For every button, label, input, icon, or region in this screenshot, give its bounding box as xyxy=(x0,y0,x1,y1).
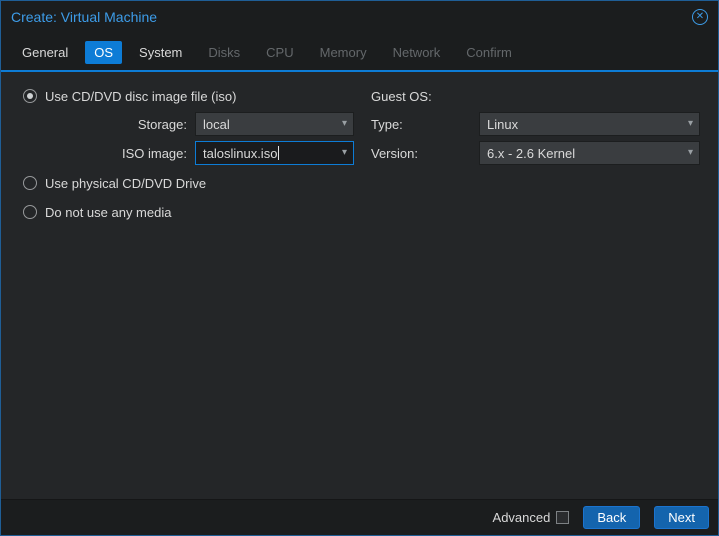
dialog-footer: Advanced Back Next xyxy=(1,499,718,535)
back-button[interactable]: Back xyxy=(583,506,641,529)
type-label: Type: xyxy=(371,116,403,132)
tab-bar: General OS System Disks CPU Memory Netwo… xyxy=(1,33,718,72)
radio-no-media-label: Do not use any media xyxy=(45,204,172,220)
next-button[interactable]: Next xyxy=(654,506,709,529)
tab-confirm: Confirm xyxy=(466,45,512,60)
tab-disks: Disks xyxy=(208,45,241,60)
tab-os[interactable]: OS xyxy=(85,41,123,64)
radio-physical-icon[interactable] xyxy=(23,176,37,190)
tab-general[interactable]: General xyxy=(13,41,77,64)
type-value: Linux xyxy=(487,116,519,132)
radio-row-no-media[interactable]: Do not use any media xyxy=(23,203,171,221)
iso-image-label: ISO image: xyxy=(121,145,187,161)
close-icon[interactable]: ✕ xyxy=(692,9,708,25)
type-row: Type: Linux ▾ xyxy=(371,112,700,136)
storage-label: Storage: xyxy=(137,116,187,132)
radio-no-media-icon[interactable] xyxy=(23,205,37,219)
storage-row: Storage: local ▾ xyxy=(1,112,354,136)
radio-row-iso[interactable]: Use CD/DVD disc image file (iso) xyxy=(23,87,236,105)
text-cursor-caret xyxy=(278,146,280,160)
tab-memory: Memory xyxy=(319,45,367,60)
radio-iso-label: Use CD/DVD disc image file (iso) xyxy=(45,88,237,104)
version-value: 6.x - 2.6 Kernel xyxy=(487,145,576,161)
advanced-checkbox[interactable] xyxy=(556,511,570,524)
chevron-down-icon[interactable]: ▾ xyxy=(688,119,693,129)
chevron-down-icon[interactable]: ▾ xyxy=(342,148,347,158)
radio-iso-icon[interactable] xyxy=(23,89,37,103)
tab-system[interactable]: System xyxy=(130,41,191,64)
dialog-content: Use CD/DVD disc image file (iso) Storage… xyxy=(1,72,718,499)
version-row: Version: 6.x - 2.6 Kernel ▾ xyxy=(371,141,700,165)
storage-value: local xyxy=(203,116,230,132)
radio-dot xyxy=(27,93,33,99)
guest-os-heading: Guest OS: xyxy=(371,89,432,104)
advanced-label: Advanced xyxy=(492,510,551,525)
create-vm-dialog: Create: Virtual Machine ✕ General OS Sys… xyxy=(0,0,719,536)
dialog-title: Create: Virtual Machine xyxy=(11,9,158,25)
iso-image-row: ISO image: taloslinux.iso ▾ xyxy=(1,141,354,165)
version-select[interactable]: 6.x - 2.6 Kernel ▾ xyxy=(479,141,700,165)
chevron-down-icon[interactable]: ▾ xyxy=(688,148,693,158)
version-label: Version: xyxy=(371,145,418,161)
radio-row-physical[interactable]: Use physical CD/DVD Drive xyxy=(23,174,206,192)
storage-select[interactable]: local ▾ xyxy=(195,112,354,136)
tab-cpu: CPU xyxy=(266,45,294,60)
radio-physical-label: Use physical CD/DVD Drive xyxy=(45,175,207,191)
dialog-titlebar: Create: Virtual Machine ✕ xyxy=(1,1,718,33)
tab-network: Network xyxy=(392,45,441,60)
type-select[interactable]: Linux ▾ xyxy=(479,112,700,136)
iso-image-value: taloslinux.iso xyxy=(203,145,278,161)
chevron-down-icon[interactable]: ▾ xyxy=(342,119,347,129)
iso-image-input[interactable]: taloslinux.iso ▾ xyxy=(195,141,354,165)
